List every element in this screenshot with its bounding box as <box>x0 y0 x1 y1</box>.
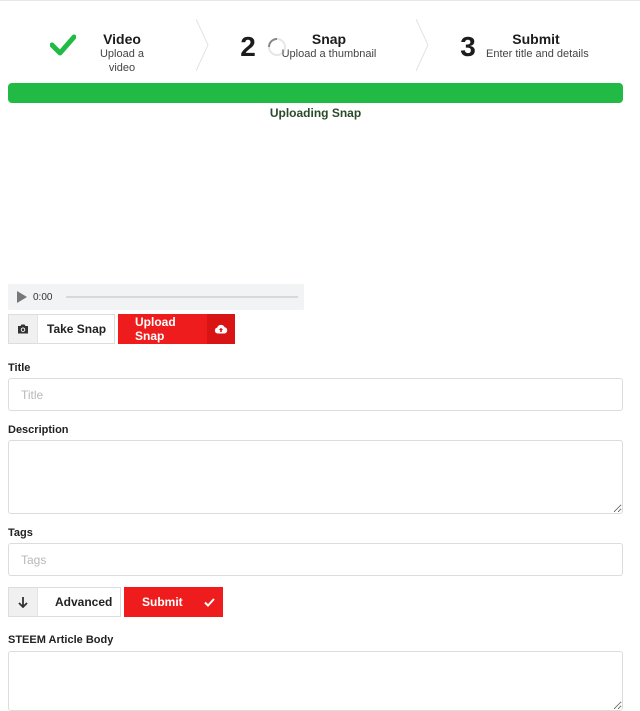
tags-label: Tags <box>8 527 33 539</box>
step-video: Video Upload a video <box>0 1 209 81</box>
upload-snap-button[interactable]: Upload Snap <box>118 314 235 344</box>
audio-player[interactable]: 0:00 <box>8 284 304 310</box>
check-icon <box>195 587 223 617</box>
tags-input[interactable] <box>8 543 623 576</box>
submit-label: Submit <box>142 595 183 609</box>
cloud-upload-icon <box>207 314 235 344</box>
audio-seek-bar[interactable] <box>66 296 298 298</box>
advanced-label: Advanced <box>55 595 113 609</box>
step-title: Snap <box>311 31 347 47</box>
progress-label: Uploading Snap <box>269 106 362 120</box>
take-snap-label: Take Snap <box>47 322 107 336</box>
step-number: 2 <box>240 31 256 62</box>
upload-snap-label: Upload Snap <box>135 315 176 343</box>
step-desc: Enter title and details <box>486 48 589 60</box>
description-textarea[interactable] <box>8 440 623 514</box>
check-icon <box>49 34 77 61</box>
description-label: Description <box>8 424 69 436</box>
upload-progress-bar <box>8 83 623 103</box>
camera-icon <box>9 315 38 343</box>
step-desc: Upload a video <box>99 48 145 74</box>
take-snap-button[interactable]: Take Snap <box>8 314 115 344</box>
step-title: Submit <box>512 31 560 47</box>
arrow-down-icon <box>9 588 38 616</box>
advanced-button[interactable]: Advanced <box>8 587 121 617</box>
step-desc: Upload a thumbnail <box>281 48 377 60</box>
article-body-textarea[interactable] <box>8 651 623 711</box>
submit-button[interactable]: Submit <box>124 587 223 617</box>
step-number: 3 <box>460 31 476 62</box>
step-submit: 3 Submit Enter title and details <box>418 1 640 81</box>
article-body-label: STEEM Article Body <box>8 634 114 646</box>
step-snap: 2 Snap Upload a thumbnail <box>209 1 429 81</box>
steps-bar: Video Upload a video 2 Snap Upload a thu… <box>0 0 640 81</box>
title-label: Title <box>8 362 31 374</box>
step-title: Video <box>103 31 141 47</box>
title-input[interactable] <box>8 378 623 411</box>
audio-time: 0:00 <box>33 291 53 303</box>
play-icon[interactable] <box>17 291 27 303</box>
